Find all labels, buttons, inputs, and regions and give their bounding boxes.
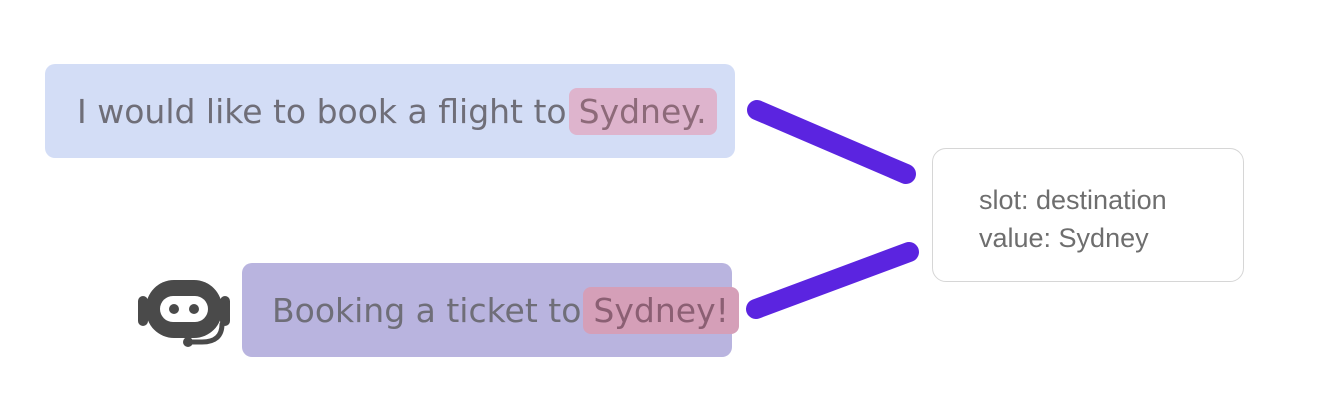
- value-line: value: Sydney: [979, 223, 1149, 253]
- bot-headset-icon: [138, 280, 230, 347]
- bot-message-highlight: Sydney!: [583, 286, 739, 334]
- user-message-text: I would like to book a flight to: [77, 91, 567, 131]
- user-message-highlight: Sydney.: [568, 87, 717, 135]
- bot-message-text: Booking a ticket to: [272, 290, 582, 330]
- bot-message-bubble: Booking a ticket to Sydney!: [242, 263, 739, 357]
- slot-value-box: slot: destination value: Sydney: [932, 148, 1244, 282]
- slot-line: slot: destination: [979, 185, 1167, 215]
- connector-user-to-slot: [747, 100, 916, 184]
- user-message-bubble: I would like to book a flight to Sydney.: [45, 64, 735, 158]
- connector-bot-to-slot: [746, 242, 919, 319]
